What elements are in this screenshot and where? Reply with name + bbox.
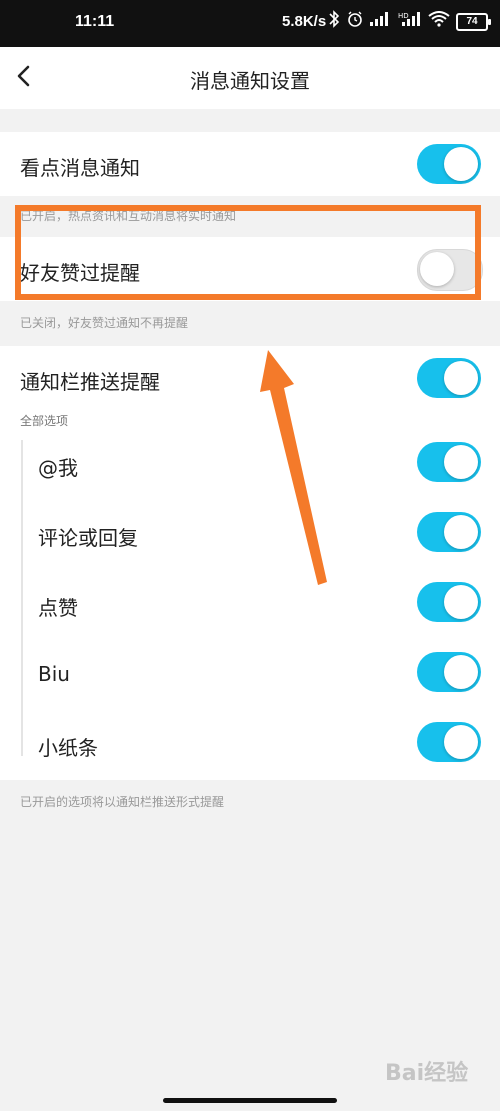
toggle-knob (444, 655, 478, 689)
watermark: Bai经验 (385, 1061, 469, 1086)
note-toggle[interactable] (417, 722, 481, 762)
view-news-toggle[interactable] (417, 144, 481, 184)
toggle-knob (444, 445, 478, 479)
option-row-comment: 评论或回复 (24, 510, 500, 570)
setting-row-view-news: 看点消息通知 (0, 132, 500, 196)
option-label: 点赞 (38, 596, 78, 620)
option-label: @我 (38, 456, 78, 480)
toggle-knob (444, 725, 478, 759)
option-label: 评论或回复 (38, 526, 138, 550)
push-footer-hint: 已开启的选项将以通知栏推送形式提醒 (20, 795, 225, 809)
status-time: 11:11 (75, 13, 115, 30)
page-title: 消息通知设置 (190, 69, 310, 93)
push-section: 通知栏推送提醒 全部选项 @我 评论或回复 点赞 Biu 小纸条 (0, 346, 500, 780)
status-icons: HD 74 (328, 10, 494, 33)
push-toggle[interactable] (417, 358, 481, 398)
options-divider (21, 440, 23, 756)
signal-icon (370, 11, 392, 32)
like-toggle[interactable] (417, 582, 481, 622)
toggle-knob (444, 147, 478, 181)
toggle-knob (444, 585, 478, 619)
option-row-like: 点赞 (24, 580, 500, 640)
toggle-knob (444, 361, 478, 395)
setting-label: 通知栏推送提醒 (20, 370, 160, 394)
bluetooth-icon (328, 10, 340, 33)
option-label: 小纸条 (38, 736, 98, 760)
home-indicator (163, 1098, 337, 1103)
option-row-biu: Biu (24, 650, 500, 710)
toggle-knob (444, 515, 478, 549)
header: 消息通知设置 (0, 47, 500, 109)
all-options-label: 全部选项 (20, 414, 69, 428)
svg-text:HD: HD (398, 12, 409, 20)
friend-like-hint: 已关闭，好友赞过通知不再提醒 (20, 316, 189, 330)
signal-hd-icon: HD (398, 11, 422, 32)
option-label: Biu (38, 662, 70, 686)
at-me-toggle[interactable] (417, 442, 481, 482)
wifi-icon (428, 11, 450, 32)
alarm-icon (346, 10, 364, 33)
battery-icon: 74 (456, 12, 491, 31)
option-row-note: 小纸条 (24, 720, 500, 780)
status-bar: 11:11 5.8K/s HD 74 (0, 0, 500, 47)
option-row-at-me: @我 (24, 440, 500, 500)
comment-toggle[interactable] (417, 512, 481, 552)
biu-toggle[interactable] (417, 652, 481, 692)
annotation-highlight-box (15, 205, 481, 300)
setting-label: 看点消息通知 (20, 156, 140, 180)
network-speed: 5.8K/s (282, 13, 327, 30)
